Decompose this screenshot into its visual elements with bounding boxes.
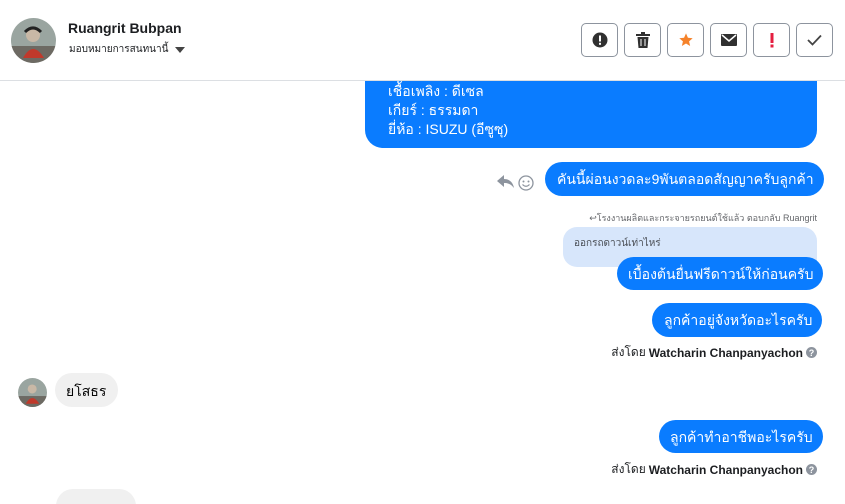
chevron-down-icon <box>175 46 186 53</box>
reply-header: ↩โรงงานผลิตและกระจายรถยนต์ใช้แล้ว ตอบกลั… <box>589 213 817 223</box>
reply-icon: ↩ <box>589 213 597 223</box>
reply-icon[interactable] <box>497 175 514 189</box>
exclamation-icon <box>770 33 773 48</box>
incoming-message: ยโสธร <box>55 373 119 407</box>
done-button[interactable] <box>796 23 833 57</box>
delete-button[interactable] <box>624 23 661 57</box>
message-actions <box>497 175 534 191</box>
follow-up-button[interactable] <box>753 23 790 57</box>
sent-by-label: ส่งโดย Watcharin Chanpanyachon ? <box>611 460 817 479</box>
contact-avatar[interactable] <box>11 18 56 63</box>
outgoing-message: คันนี้ผ่อนงวดละ9พันตลอดสัญญาครับลูกค้า <box>545 162 824 196</box>
contact-avatar-small <box>18 378 47 407</box>
star-icon <box>678 33 693 46</box>
sender-name: Watcharin Chanpanyachon <box>648 345 803 360</box>
conversation-toolbar <box>581 23 833 57</box>
contact-name[interactable]: Ruangrit Bubpan <box>68 20 182 36</box>
spec-line: เกียร์ : ธรรมดา <box>388 102 479 118</box>
star-button[interactable] <box>667 23 704 57</box>
outgoing-message: ลูกค้าอยู่จังหวัดอะไรครับ <box>652 303 823 337</box>
spam-button[interactable] <box>581 23 618 57</box>
outgoing-message: ลูกค้าทำอาชีพอะไรครับ <box>659 420 823 453</box>
spec-line: เชื้อเพลิง : ดีเซล <box>388 83 484 99</box>
spec-line: ยี่ห้อ : ISUZU (อีซูซุ) <box>388 121 509 137</box>
assign-conversation-dropdown[interactable]: มอบหมายการสนทนานี้ <box>69 42 186 57</box>
sender-name: Watcharin Chanpanyachon <box>648 462 803 477</box>
trash-icon <box>635 32 650 48</box>
help-icon[interactable]: ? <box>806 464 817 475</box>
conversation-header: Ruangrit Bubpan มอบหมายการสนทนานี้ <box>0 0 845 81</box>
sent-by-prefix: ส่งโดย <box>611 345 646 359</box>
message-thread[interactable]: เชื้อเพลิง : ดีเซล เกียร์ : ธรรมดา ยี่ห้… <box>0 81 845 504</box>
sent-by-label: ส่งโดย Watcharin Chanpanyachon ? <box>611 343 817 362</box>
smiley-icon[interactable] <box>518 175 534 191</box>
assign-label: มอบหมายการสนทนานี้ <box>69 44 169 55</box>
sent-by-prefix: ส่งโดย <box>611 462 646 476</box>
check-icon <box>807 34 822 46</box>
envelope-icon <box>720 34 737 46</box>
mark-unread-button[interactable] <box>710 23 747 57</box>
help-icon[interactable]: ? <box>806 347 817 358</box>
outgoing-message-spec: เชื้อเพลิง : ดีเซล เกียร์ : ธรรมดา ยี่ห้… <box>365 81 817 148</box>
incoming-message-partial <box>56 489 136 504</box>
alert-circle-icon <box>592 32 607 48</box>
outgoing-message: เบื้องต้นยื่นฟรีดาวน์ให้ก่อนครับ <box>617 257 824 290</box>
